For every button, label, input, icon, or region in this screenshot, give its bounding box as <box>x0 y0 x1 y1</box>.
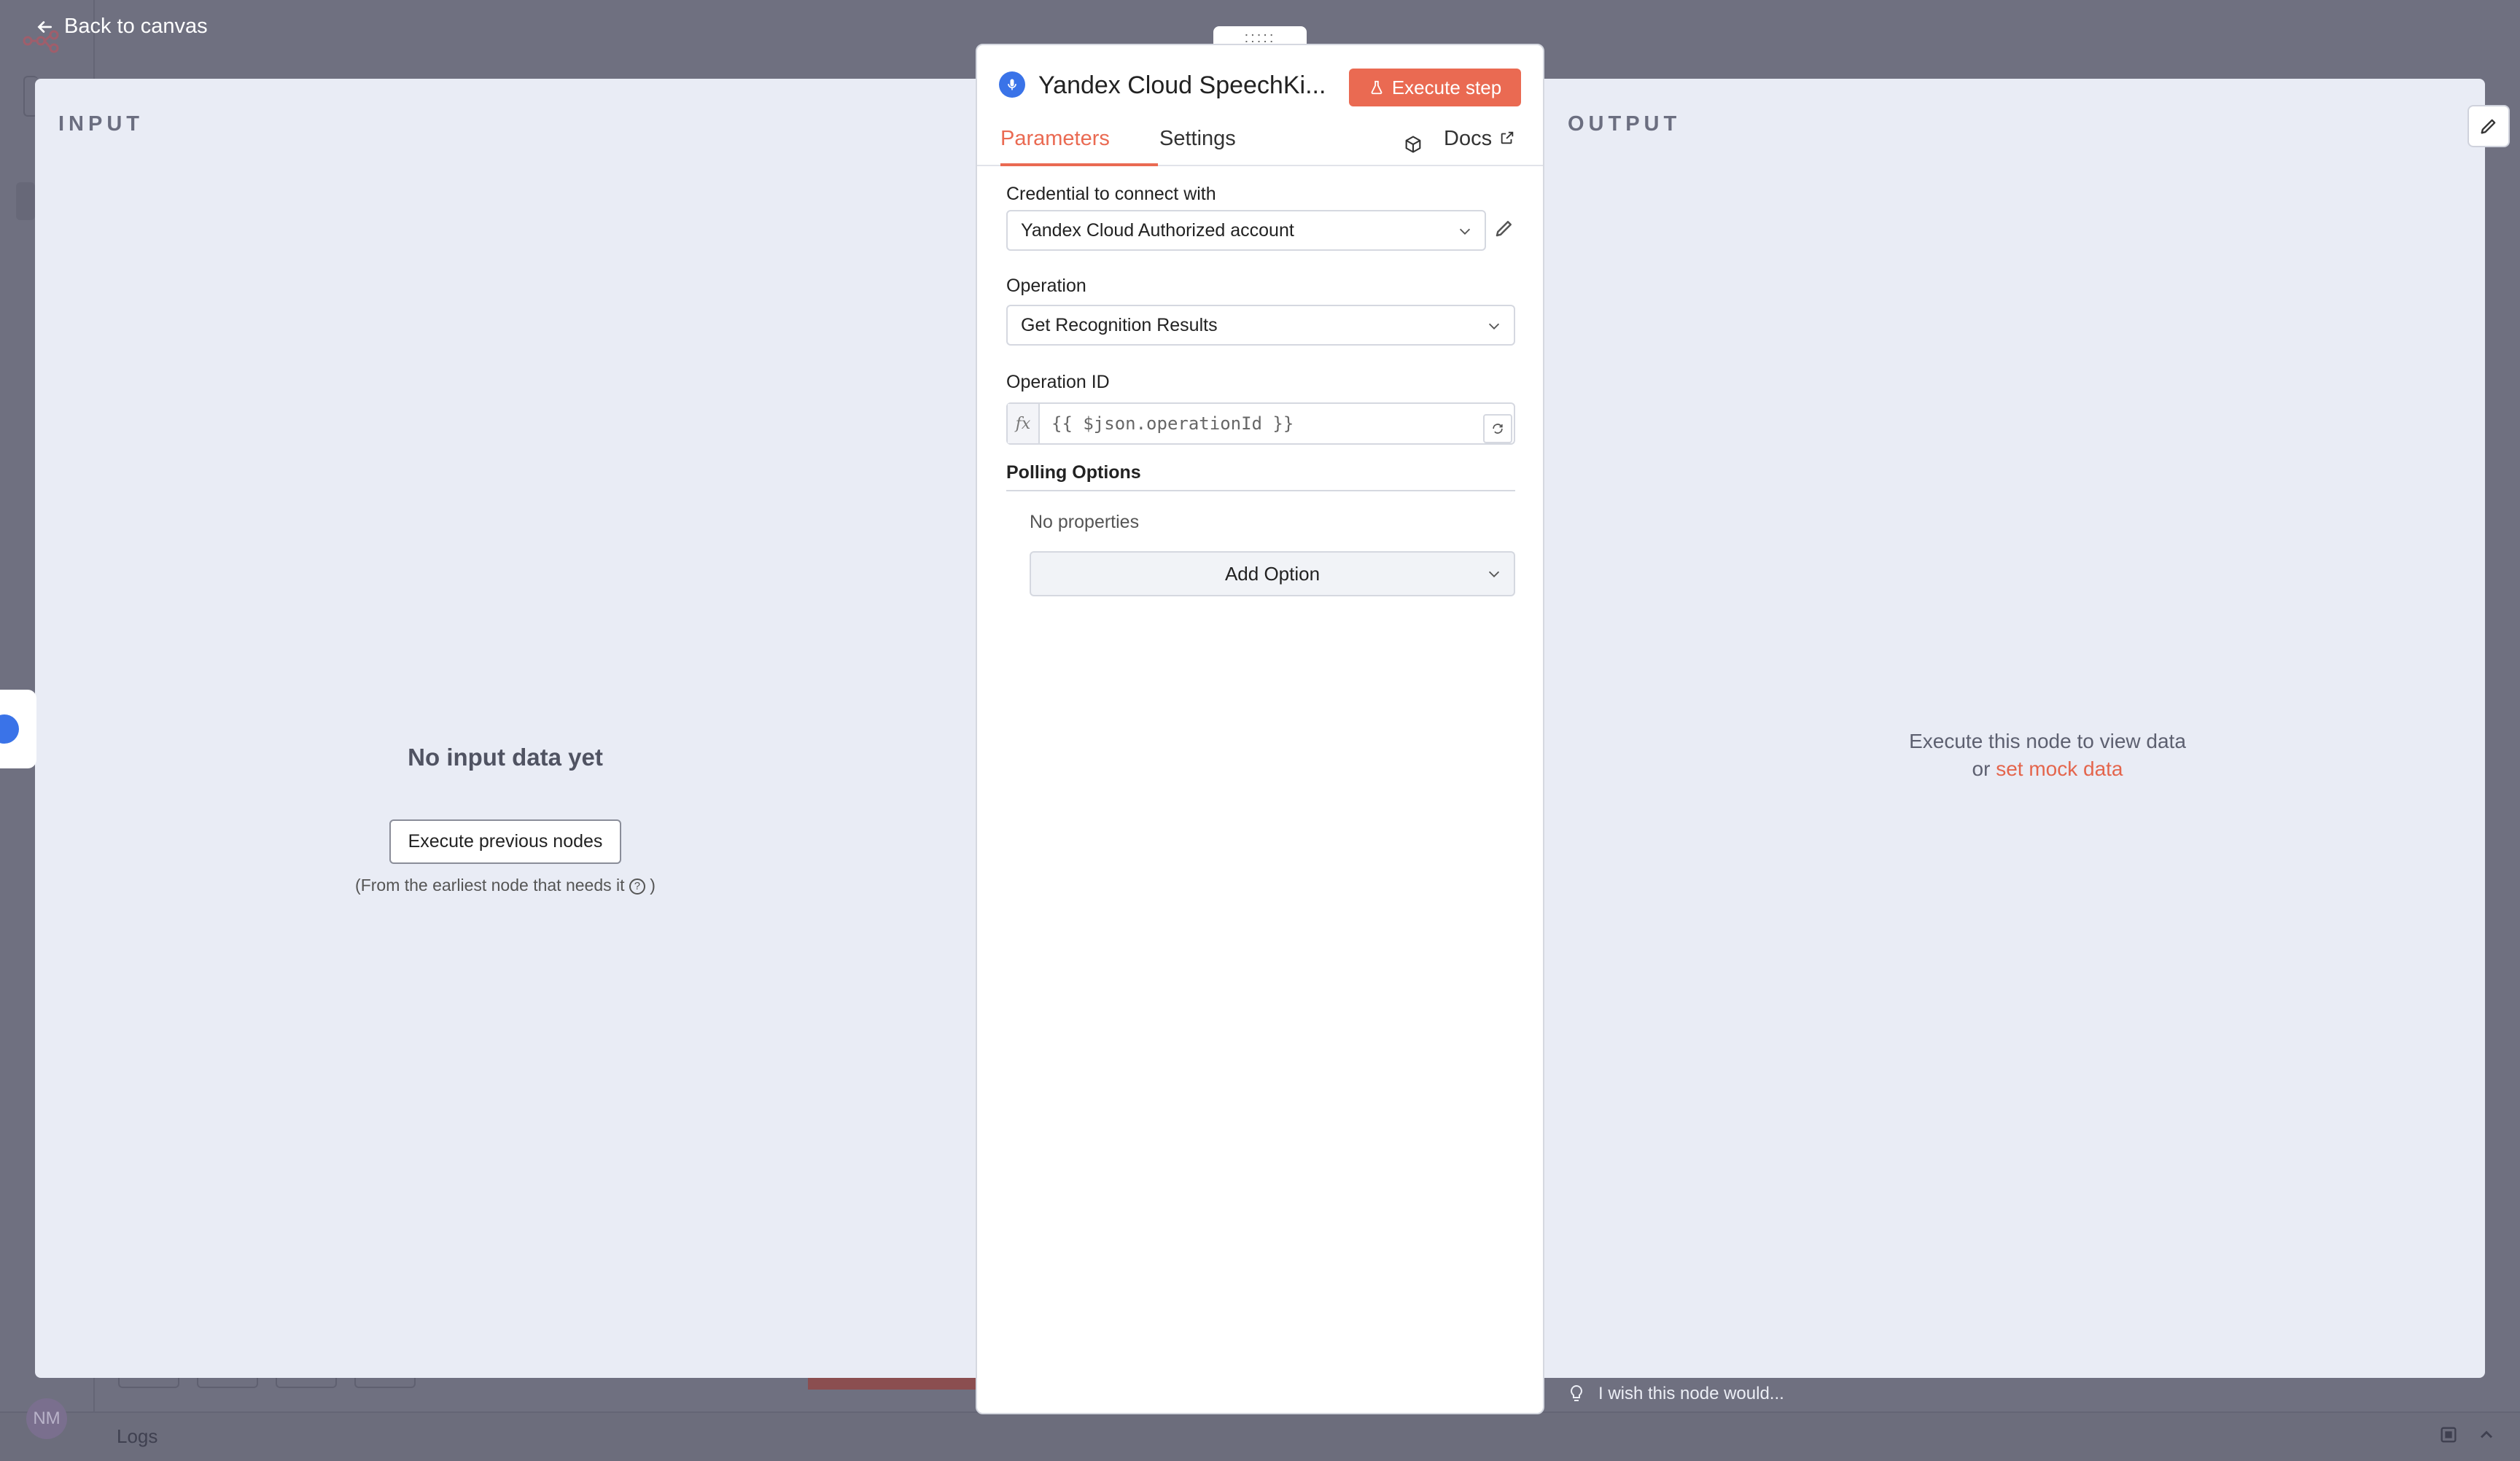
input-empty-state: No input data yet Execute previous nodes… <box>35 744 976 895</box>
output-or-text: or <box>1972 757 1991 780</box>
docs-link[interactable]: Docs <box>1444 127 1515 151</box>
no-properties-text: No properties <box>1030 512 1140 532</box>
credential-value: Yandex Cloud Authorized account <box>1021 219 1294 241</box>
logs-toolbar <box>2438 1425 2497 1445</box>
external-link-icon <box>1501 131 1514 144</box>
question-circle-icon[interactable]: ? <box>629 878 645 895</box>
avatar[interactable]: NM <box>26 1398 67 1439</box>
operation-value: Get Recognition Results <box>1021 314 1218 335</box>
cube-icon[interactable] <box>1403 134 1423 155</box>
input-panel-label: INPUT <box>58 112 144 136</box>
node-header: Yandex Cloud SpeechKi... Execute step <box>977 45 1543 112</box>
feedback-label: I wish this node would... <box>1598 1384 1784 1403</box>
chevron-up-icon[interactable] <box>2476 1425 2497 1445</box>
operation-id-expression-input[interactable]: fx {{ $json.operationId }} <box>1006 402 1515 445</box>
execute-previous-nodes-button[interactable]: Execute previous nodes <box>389 819 622 864</box>
input-hint-close: ) <box>650 876 656 895</box>
output-panel-label: OUTPUT <box>1568 112 1681 136</box>
tab-parameters-label: Parameters <box>1000 127 1110 150</box>
chevron-down-icon <box>1488 571 1500 577</box>
logs-bar <box>0 1411 2520 1461</box>
operation-id-label: Operation ID <box>1006 372 1110 392</box>
input-empty-title: No input data yet <box>408 744 603 771</box>
operation-label: Operation <box>1006 276 1086 296</box>
arrow-left-icon <box>37 20 52 33</box>
execute-step-label: Execute step <box>1391 76 1502 98</box>
node-tabs: Parameters Settings Docs <box>977 127 1543 166</box>
back-to-canvas-label: Back to canvas <box>64 15 208 38</box>
microphone-icon <box>999 71 1025 98</box>
flask-icon <box>1371 80 1382 95</box>
tab-settings[interactable]: Settings <box>1159 127 1236 166</box>
edit-output-button[interactable] <box>2468 105 2510 147</box>
add-option-label: Add Option <box>1224 562 1321 585</box>
expand-icon <box>1493 424 1503 434</box>
output-empty-state: Execute this node to view data or set mo… <box>1865 728 2230 783</box>
feedback-link[interactable]: I wish this node would... <box>1568 1384 1784 1404</box>
output-empty-text: Execute this node to view data <box>1909 730 2186 752</box>
microphone-icon <box>0 714 19 744</box>
fx-badge: fx <box>1008 404 1040 443</box>
set-mock-data-link[interactable]: set mock data <box>1996 757 2123 780</box>
pencil-icon <box>2481 119 2496 134</box>
node-title[interactable]: Yandex Cloud SpeechKi... <box>1038 71 1330 100</box>
sidebar-ghost-item <box>16 182 35 220</box>
back-to-canvas-link[interactable]: Back to canvas <box>35 15 208 39</box>
credential-label: Credential to connect with <box>1006 184 1216 204</box>
lightbulb-icon <box>1571 1384 1582 1401</box>
input-hint: (From the earliest node that needs it ? … <box>35 876 976 895</box>
edit-credential-pencil-icon[interactable] <box>1493 217 1515 239</box>
tab-parameters[interactable]: Parameters <box>1000 127 1158 166</box>
popout-icon[interactable] <box>2438 1425 2459 1445</box>
add-option-button[interactable]: Add Option <box>1030 551 1515 596</box>
node-settings-panel: Yandex Cloud SpeechKi... Execute step Pa… <box>976 44 1544 1414</box>
operation-select[interactable]: Get Recognition Results <box>1006 305 1515 346</box>
tab-settings-label: Settings <box>1159 127 1236 150</box>
expand-expression-button[interactable] <box>1483 414 1512 443</box>
divider <box>1006 490 1515 491</box>
execute-step-button[interactable]: Execute step <box>1349 69 1521 106</box>
input-hint-text: (From the earliest node that needs it <box>355 876 625 895</box>
logs-label[interactable]: Logs <box>117 1425 158 1448</box>
polling-options-title: Polling Options <box>1006 462 1141 483</box>
chevron-down-icon <box>1459 228 1471 235</box>
operation-id-value[interactable]: {{ $json.operationId }} <box>1040 404 1514 443</box>
docs-label: Docs <box>1444 127 1493 150</box>
chevron-down-icon <box>1488 323 1500 330</box>
previous-node-tab[interactable] <box>0 690 36 768</box>
credential-select[interactable]: Yandex Cloud Authorized account <box>1006 210 1486 251</box>
